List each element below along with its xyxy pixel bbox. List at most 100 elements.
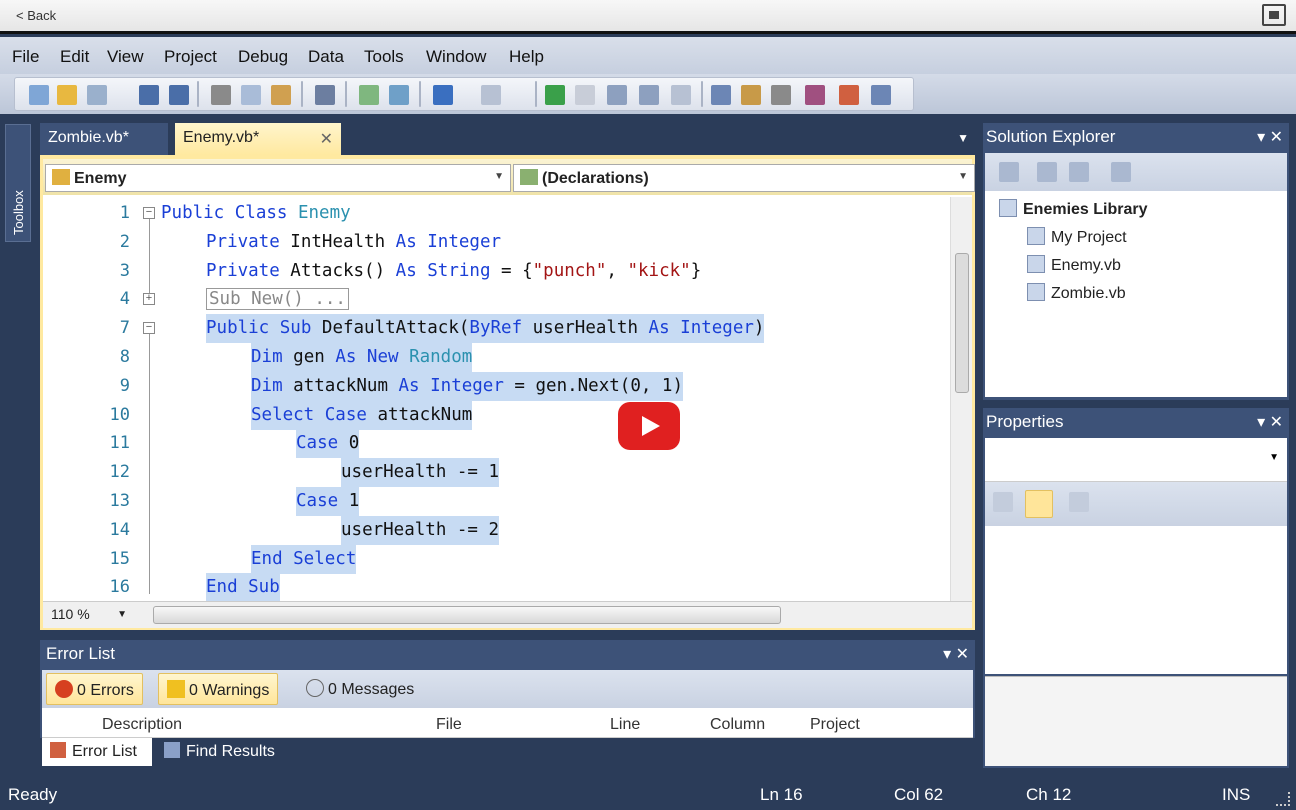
categorized-icon[interactable] (993, 492, 1013, 512)
find-in-files-icon[interactable] (711, 85, 731, 105)
paste-icon[interactable] (271, 85, 291, 105)
redo-icon[interactable] (481, 85, 501, 105)
start-page-icon[interactable] (871, 85, 891, 105)
find-icon[interactable] (315, 85, 335, 105)
alphabetical-icon[interactable] (1025, 490, 1053, 518)
code-line[interactable]: 16 End Sub (43, 573, 950, 601)
start-debugging-icon[interactable] (545, 85, 565, 105)
class-combo[interactable]: Enemy ▼ (45, 164, 511, 192)
step-over-icon[interactable] (639, 85, 659, 105)
menu-project[interactable]: Project (164, 47, 217, 67)
tree-item-my-project[interactable]: My Project (1027, 227, 1127, 247)
zoom-combo[interactable]: 110 % ▼ (47, 606, 131, 626)
step-out-icon[interactable] (671, 85, 691, 105)
col-description[interactable]: Description (102, 716, 182, 734)
pause-icon[interactable] (575, 85, 595, 105)
open-file-icon[interactable] (57, 85, 77, 105)
cut-icon[interactable] (211, 85, 231, 105)
error-list-icon (50, 742, 66, 758)
tab-error-list[interactable]: Error List (42, 738, 152, 766)
code-line[interactable]: 13 Case 1 (43, 487, 950, 516)
code-token: attackNum (293, 375, 399, 396)
code-line[interactable]: 10 Select Case attackNum (43, 400, 950, 430)
refresh-icon[interactable] (1069, 162, 1089, 182)
panel-controls-icon[interactable]: ▾ ✕ (1257, 127, 1283, 147)
toolbox-tab[interactable]: Toolbox (5, 124, 31, 242)
properties-window-icon[interactable] (741, 85, 761, 105)
member-combo[interactable]: (Declarations) ▼ (513, 164, 975, 192)
code-line[interactable]: 12 userHealth -= 1 (43, 458, 950, 488)
object-browser-icon[interactable] (805, 85, 825, 105)
tree-item-zombie[interactable]: Zombie.vb (1027, 283, 1126, 303)
menu-view[interactable]: View (107, 47, 144, 67)
property-pages-icon[interactable] (1069, 492, 1089, 512)
toolbox-icon[interactable] (771, 85, 791, 105)
vertical-scrollbar[interactable] (950, 197, 972, 601)
new-project-icon[interactable] (29, 85, 49, 105)
scroll-thumb[interactable] (955, 253, 969, 393)
code-token: = { (501, 260, 533, 281)
code-token: DefaultAttack( (321, 318, 470, 339)
tree-item-root[interactable]: Enemies Library (999, 199, 1148, 219)
resize-grip-icon[interactable] (1276, 792, 1290, 806)
back-link[interactable]: < Back (16, 8, 56, 23)
menu-window[interactable]: Window (426, 47, 486, 67)
menu-file[interactable]: File (12, 47, 39, 67)
step-into-icon[interactable] (607, 85, 627, 105)
messages-filter-button[interactable]: 0 Messages (298, 673, 422, 705)
code-line[interactable]: 2 Private IntHealth As Integer (43, 228, 950, 257)
fullscreen-icon[interactable] (1262, 4, 1286, 26)
menu-tools[interactable]: Tools (364, 47, 404, 67)
save-icon[interactable] (139, 85, 159, 105)
uncomment-icon[interactable] (389, 85, 409, 105)
add-item-icon[interactable] (87, 85, 107, 105)
code-line[interactable]: 9 Dim attackNum As Integer = gen.Next(0, … (43, 371, 950, 401)
view-code-icon[interactable] (1111, 162, 1131, 182)
code-line[interactable]: 8 Dim gen As New Random (43, 343, 950, 372)
object-selector[interactable]: ▼ (985, 438, 1287, 482)
col-project[interactable]: Project (810, 716, 860, 734)
comment-icon[interactable] (359, 85, 379, 105)
code-line[interactable]: 14 userHealth -= 2 (43, 515, 950, 545)
col-file[interactable]: File (436, 716, 462, 734)
show-all-files-icon[interactable] (1037, 162, 1057, 182)
code-line[interactable]: 7 Public Sub DefaultAttack(ByRef userHeal… (43, 314, 950, 344)
code-line[interactable]: 4 Sub New() ... (43, 285, 950, 314)
collapse-icon[interactable]: − (143, 207, 155, 219)
close-icon[interactable]: ✕ (320, 129, 333, 149)
code-area[interactable]: 1 Public Class Enemy 2 Private IntHealth As… (43, 197, 950, 601)
tab-find-results[interactable]: Find Results (156, 738, 306, 766)
copy-icon[interactable] (241, 85, 261, 105)
video-play-button[interactable] (618, 402, 680, 450)
code-line[interactable]: 15 End Select (43, 544, 950, 574)
warnings-filter-button[interactable]: 0 Warnings (158, 673, 279, 705)
collapse-icon[interactable]: − (143, 322, 155, 334)
col-line[interactable]: Line (610, 716, 640, 734)
save-all-icon[interactable] (169, 85, 189, 105)
code-line[interactable]: 3 Private Attacks() As String = {"punch",… (43, 257, 950, 286)
col-column[interactable]: Column (710, 716, 765, 734)
tree-item-enemy-label: Enemy.vb (1051, 257, 1121, 274)
panel-controls-icon[interactable]: ▾ ✕ (1257, 412, 1283, 432)
find-results-icon (164, 742, 180, 758)
project-icon (999, 199, 1017, 217)
horizontal-scroll-thumb[interactable] (153, 606, 781, 624)
menu-help[interactable]: Help (509, 47, 544, 67)
menu-edit[interactable]: Edit (60, 47, 89, 67)
code-token: ) (753, 318, 765, 339)
menu-debug[interactable]: Debug (238, 47, 288, 67)
code-line[interactable]: 1 Public Class Enemy (43, 199, 950, 228)
errors-filter-button[interactable]: 0 Errors (46, 673, 143, 705)
undo-icon[interactable] (433, 85, 453, 105)
tree-item-enemy[interactable]: Enemy.vb (1027, 255, 1121, 275)
vb-file-icon (1027, 283, 1045, 301)
tab-dropdown-icon[interactable]: ▼ (957, 131, 969, 145)
properties-icon[interactable] (999, 162, 1019, 182)
expand-icon[interactable]: + (143, 293, 155, 305)
tab-zombie[interactable]: Zombie.vb* (40, 123, 168, 155)
extension-manager-icon[interactable] (839, 85, 859, 105)
code-line[interactable]: 11 Case 0 (43, 429, 950, 459)
tab-enemy[interactable]: Enemy.vb* ✕ (175, 123, 341, 155)
panel-controls-icon[interactable]: ▾ ✕ (943, 644, 969, 664)
menu-data[interactable]: Data (308, 47, 344, 67)
